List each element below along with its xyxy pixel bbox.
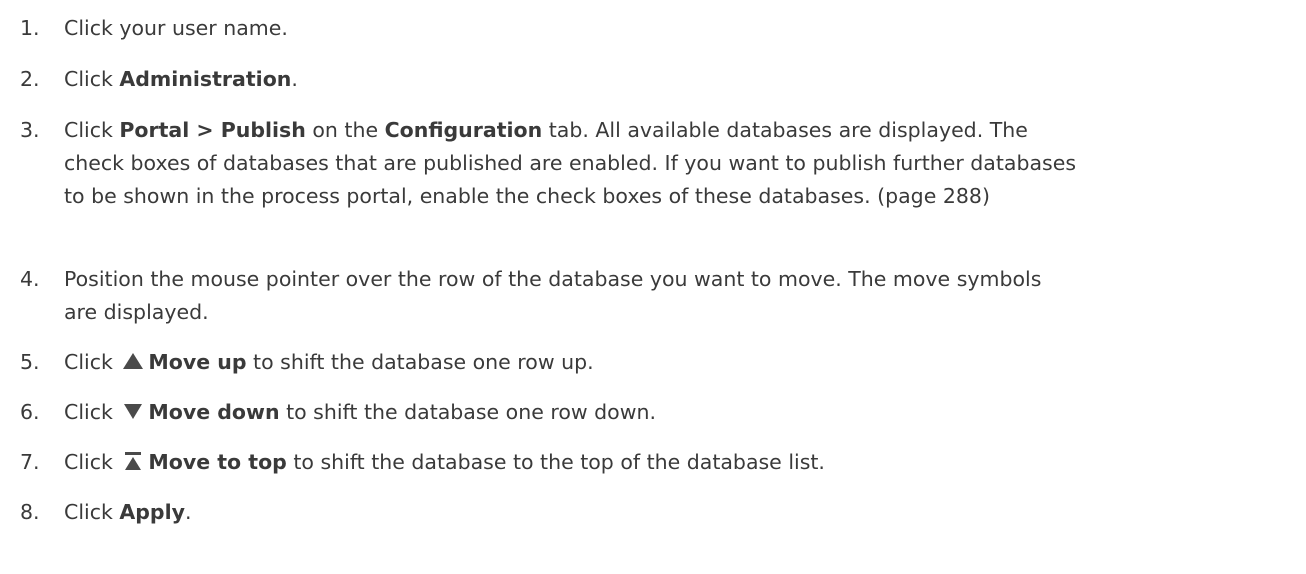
step-text: Click Portal > Publish on the Configurat… xyxy=(64,114,1094,213)
step-text-segment: Click xyxy=(64,118,120,142)
step-text-segment: Click xyxy=(64,400,120,424)
ui-term-move-up: Move up xyxy=(148,350,247,374)
step-number: 2. xyxy=(20,67,40,91)
step-text: Click Apply. xyxy=(64,496,1094,529)
step-number: 1. xyxy=(20,16,40,40)
ui-term-move-to-top: Move to top xyxy=(148,450,287,474)
step-text-segment: . xyxy=(291,67,298,91)
step-number: 5. xyxy=(20,350,40,374)
move-to-top-icon xyxy=(122,451,144,471)
step-text: Position the mouse pointer over the row … xyxy=(64,263,1064,329)
ui-term-move-down: Move down xyxy=(148,400,280,424)
step-text-segment: to shift the database to the top of the … xyxy=(286,450,825,474)
ui-term-portal-publish: Portal > Publish xyxy=(119,118,306,142)
step-number: 6. xyxy=(20,400,40,424)
step-text-segment: to shift the database one row down. xyxy=(279,400,656,424)
step-number: 8. xyxy=(20,500,40,524)
move-up-icon xyxy=(122,351,144,371)
step-text: Click Move up to shift the database one … xyxy=(64,346,1094,379)
move-down-icon xyxy=(122,401,144,421)
step-number: 4. xyxy=(20,267,40,291)
step-text-segment: . xyxy=(184,500,192,524)
step-text-segment: on the xyxy=(305,118,385,142)
step-text: Click your user name. xyxy=(64,12,1094,45)
step-text-segment: Position the mouse pointer over the row … xyxy=(64,267,1042,324)
step-text-segment: to shift the database one row up. xyxy=(246,350,594,374)
step-text-segment: Click xyxy=(64,500,120,524)
ui-term-administration: Administration xyxy=(119,67,292,91)
step-text-segment: Click xyxy=(64,450,120,474)
step-text-segment: Click xyxy=(64,67,120,91)
step-text-segment: Click your user name. xyxy=(64,16,288,40)
step-number: 7. xyxy=(20,450,40,474)
step-text: Click Move down to shift the database on… xyxy=(64,396,1094,429)
step-number: 3. xyxy=(20,118,40,142)
ui-term-configuration: Configuration xyxy=(384,118,543,142)
ui-term-apply: Apply xyxy=(119,500,185,524)
step-text: Click Move to top to shift the database … xyxy=(64,446,1094,479)
step-text: Click Administration. xyxy=(64,63,1094,96)
step-text-segment: Click xyxy=(64,350,120,374)
